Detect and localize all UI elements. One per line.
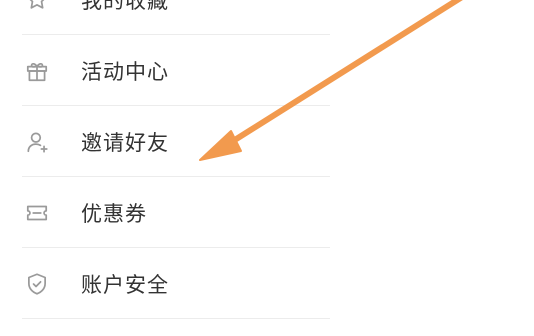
menu-item-label: 优惠券 [81,201,147,226]
gift-icon [24,58,50,84]
menu-item-favorites[interactable]: 我的收藏 [0,0,330,35]
menu-item-activity-center[interactable]: 活动中心 [0,35,330,106]
page: 我的收藏 活动中心 邀请好友 优惠券 账户安全 [0,0,534,336]
coupon-icon [24,200,50,226]
menu-item-coupons[interactable]: 优惠券 [0,177,330,248]
divider [22,318,330,319]
user-add-icon [24,129,50,155]
menu-item-label: 账户安全 [81,272,169,297]
menu-item-invite-friends[interactable]: 邀请好友 [0,106,330,177]
menu-item-account-security[interactable]: 账户安全 [0,248,330,319]
shield-icon [24,271,50,297]
star-icon [24,0,50,13]
profile-menu-list: 我的收藏 活动中心 邀请好友 优惠券 账户安全 [0,0,330,319]
menu-item-label: 我的收藏 [81,0,169,13]
menu-item-label: 邀请好友 [81,130,169,155]
menu-item-label: 活动中心 [81,59,169,84]
